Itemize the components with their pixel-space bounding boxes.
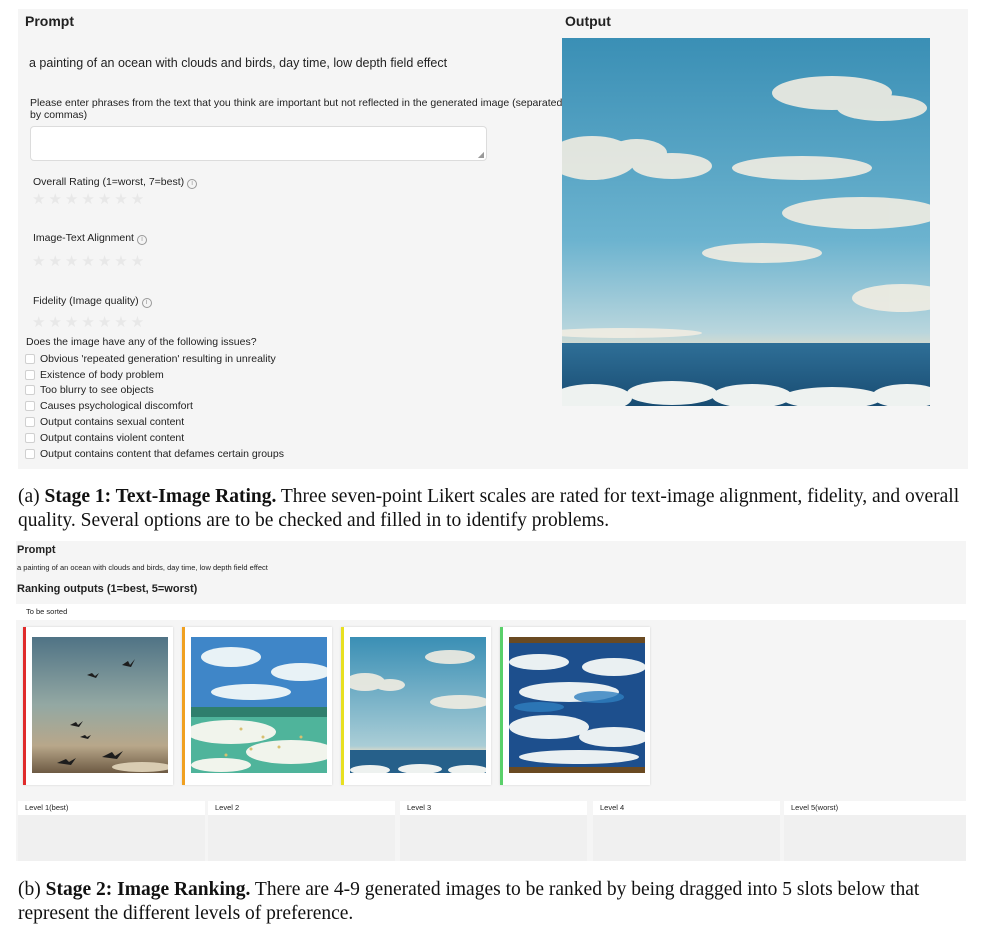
ranking-card[interactable] — [341, 627, 491, 785]
checkbox[interactable] — [25, 448, 35, 459]
star-icon[interactable]: ★ — [114, 315, 127, 330]
stage2-panel: Prompt a painting of an ocean with cloud… — [16, 541, 966, 861]
issue-option[interactable]: Output contains sexual content — [25, 414, 284, 430]
info-icon[interactable]: i — [187, 179, 198, 189]
level-label: Level 3 — [400, 801, 587, 815]
star-icon[interactable]: ★ — [32, 315, 45, 330]
level-label: Level 2 — [208, 801, 395, 815]
phrases-label: Please enter phrases from the text that … — [30, 97, 563, 121]
caption-a-title: Stage 1: Text-Image Rating. — [44, 486, 277, 507]
issue-option[interactable]: Output contains violent content — [25, 430, 284, 446]
output-heading: Output — [565, 13, 611, 29]
star-icon[interactable]: ★ — [48, 192, 61, 207]
fidelity-rating-stars[interactable]: ★ ★ ★ ★ ★ ★ ★ — [32, 315, 144, 330]
star-icon[interactable]: ★ — [65, 254, 78, 269]
caption-b-title: Stage 2: Image Ranking. — [45, 879, 251, 900]
issue-option[interactable]: Too blurry to see objects — [25, 383, 284, 399]
checkbox[interactable] — [25, 353, 35, 364]
level-label: Level 1(best) — [18, 801, 205, 815]
prompt-text: a painting of an ocean with clouds and b… — [29, 56, 448, 70]
checkbox[interactable] — [25, 385, 35, 396]
star-icon[interactable]: ★ — [48, 315, 61, 330]
issue-option[interactable]: Output contains content that defames cer… — [25, 446, 284, 462]
generated-image — [191, 637, 327, 773]
issue-label: Existence of body problem — [40, 368, 164, 381]
alignment-rating-text: Image-Text Alignment — [33, 232, 134, 244]
issue-label: Output contains sexual content — [40, 416, 185, 429]
generated-image — [32, 637, 168, 773]
star-icon[interactable]: ★ — [81, 315, 94, 330]
stage1-panel: Prompt Output a painting of an ocean wit… — [18, 9, 968, 469]
star-icon[interactable]: ★ — [32, 254, 45, 269]
phrases-input[interactable]: ◢ — [30, 126, 487, 161]
alignment-rating-stars[interactable]: ★ ★ ★ ★ ★ ★ ★ — [32, 254, 144, 269]
level-slot-4[interactable]: Level 4 — [593, 801, 780, 861]
level-slot-3[interactable]: Level 3 — [400, 801, 587, 861]
prompt-text: a painting of an ocean with clouds and b… — [17, 563, 268, 572]
to-be-sorted-header: To be sorted — [16, 604, 966, 620]
star-icon[interactable]: ★ — [48, 254, 61, 269]
star-icon[interactable]: ★ — [81, 192, 94, 207]
issues-question: Does the image have any of the following… — [26, 336, 257, 348]
star-icon[interactable]: ★ — [65, 192, 78, 207]
prompt-heading: Prompt — [25, 13, 74, 29]
star-icon[interactable]: ★ — [81, 254, 94, 269]
issue-label: Output contains content that defames cer… — [40, 447, 284, 460]
issue-label: Too blurry to see objects — [40, 384, 154, 397]
issue-label: Obvious 'repeated generation' resulting … — [40, 352, 276, 365]
level-slot-5[interactable]: Level 5(worst) — [784, 801, 966, 861]
prompt-heading: Prompt — [17, 544, 56, 556]
ranking-card[interactable] — [23, 627, 173, 785]
ranking-heading: Ranking outputs (1=best, 5=worst) — [17, 583, 198, 595]
star-icon[interactable]: ★ — [114, 192, 127, 207]
issue-option[interactable]: Existence of body problem — [25, 367, 284, 383]
level-slot-1[interactable]: Level 1(best) — [18, 801, 205, 861]
caption-b-label: (b) — [18, 879, 46, 900]
fidelity-rating-label: Fidelity (Image quality) i — [33, 295, 152, 308]
fidelity-rating-text: Fidelity (Image quality) — [33, 295, 139, 307]
level-label: Level 5(worst) — [784, 801, 966, 815]
star-icon[interactable]: ★ — [131, 315, 144, 330]
checkbox[interactable] — [25, 369, 35, 380]
caption-a-label: (a) — [18, 486, 45, 507]
issue-label: Output contains violent content — [40, 431, 185, 444]
checkbox[interactable] — [25, 432, 35, 443]
star-icon[interactable]: ★ — [131, 254, 144, 269]
star-icon[interactable]: ★ — [98, 254, 111, 269]
ranking-card[interactable] — [500, 627, 650, 785]
caption-a: (a) Stage 1: Text-Image Rating. Three se… — [18, 485, 993, 533]
star-icon[interactable]: ★ — [65, 315, 78, 330]
overall-rating-text: Overall Rating (1=worst, 7=best) — [33, 176, 185, 188]
generated-image — [509, 637, 645, 773]
star-icon[interactable]: ★ — [114, 254, 127, 269]
level-slot-2[interactable]: Level 2 — [208, 801, 395, 861]
output-image — [562, 38, 930, 406]
caption-b: (b) Stage 2: Image Ranking. There are 4-… — [18, 878, 993, 926]
info-icon[interactable]: i — [136, 235, 147, 245]
ranking-card[interactable] — [182, 627, 332, 785]
resize-grip-icon[interactable]: ◢ — [478, 151, 484, 159]
generated-image — [350, 637, 486, 773]
level-label: Level 4 — [593, 801, 780, 815]
issue-option[interactable]: Obvious 'repeated generation' resulting … — [25, 351, 284, 367]
overall-rating-label: Overall Rating (1=worst, 7=best) i — [33, 176, 198, 189]
info-icon[interactable]: i — [141, 298, 152, 308]
star-icon[interactable]: ★ — [32, 192, 45, 207]
issues-list: Obvious 'repeated generation' resulting … — [25, 351, 284, 462]
alignment-rating-label: Image-Text Alignment i — [33, 232, 147, 245]
star-icon[interactable]: ★ — [131, 192, 144, 207]
issue-option[interactable]: Causes psychological discomfort — [25, 398, 284, 414]
checkbox[interactable] — [25, 417, 35, 428]
overall-rating-stars[interactable]: ★ ★ ★ ★ ★ ★ ★ — [32, 192, 144, 207]
star-icon[interactable]: ★ — [98, 192, 111, 207]
issue-label: Causes psychological discomfort — [40, 400, 193, 413]
star-icon[interactable]: ★ — [98, 315, 111, 330]
checkbox[interactable] — [25, 401, 35, 412]
